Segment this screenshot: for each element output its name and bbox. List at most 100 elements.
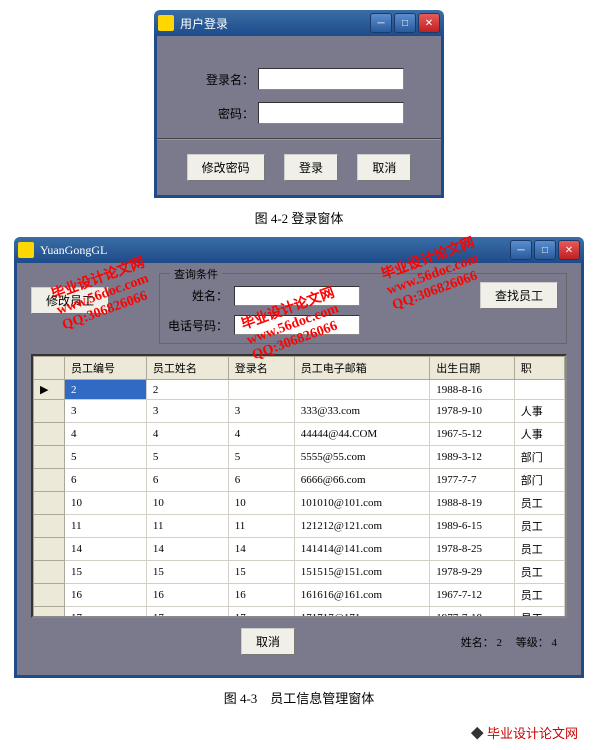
table-row[interactable]: 161616161616@161.com1967-7-12员工 [34,584,565,607]
table-cell[interactable] [294,380,429,400]
row-selector[interactable] [34,492,65,515]
table-row[interactable]: 44444444@44.COM1967-5-12人事 [34,423,565,446]
table-cell[interactable] [514,380,564,400]
table-cell[interactable]: 141414@141.com [294,538,429,561]
table-cell[interactable] [228,380,294,400]
minimize-icon[interactable]: ─ [370,13,392,33]
table-cell[interactable]: 3 [228,400,294,423]
search-employee-button[interactable]: 查找员工 [480,282,558,309]
table-cell[interactable]: 10 [65,492,147,515]
query-phone-input[interactable] [234,315,360,335]
table-cell[interactable]: 人事 [514,400,564,423]
maximize-icon[interactable]: □ [394,13,416,33]
row-selector[interactable] [34,561,65,584]
table-cell[interactable]: 101010@101.com [294,492,429,515]
table-cell[interactable]: 1988-8-19 [430,492,514,515]
table-row[interactable]: 111111121212@121.com1989-6-15员工 [34,515,565,538]
column-header[interactable]: 员工电子邮箱 [294,357,429,380]
table-cell[interactable]: 151515@151.com [294,561,429,584]
table-cell[interactable]: 部门 [514,446,564,469]
username-input[interactable] [258,68,404,90]
table-cell[interactable]: 10 [228,492,294,515]
row-selector[interactable] [34,400,65,423]
table-cell[interactable]: 6 [65,469,147,492]
table-cell[interactable]: 1978-9-10 [430,400,514,423]
table-cell[interactable]: 6 [228,469,294,492]
table-cell[interactable]: 1967-7-12 [430,584,514,607]
table-cell[interactable]: 14 [228,538,294,561]
table-cell[interactable]: 员工 [514,584,564,607]
table-cell[interactable]: 17 [228,607,294,619]
table-row[interactable]: 141414141414@141.com1978-8-25员工 [34,538,565,561]
close-icon[interactable]: ✕ [418,13,440,33]
row-selector[interactable] [34,446,65,469]
table-row[interactable]: 5555555@55.com1989-3-12部门 [34,446,565,469]
table-cell[interactable]: 44444@44.COM [294,423,429,446]
table-cell[interactable]: 员工 [514,561,564,584]
table-cell[interactable]: 2 [146,380,228,400]
table-cell[interactable]: 1967-5-12 [430,423,514,446]
row-selector[interactable] [34,607,65,619]
table-cell[interactable]: 4 [65,423,147,446]
table-cell[interactable]: 5 [228,446,294,469]
table-cell[interactable]: 3 [146,400,228,423]
table-cell[interactable]: 15 [65,561,147,584]
row-selector[interactable] [34,515,65,538]
query-name-input[interactable] [234,286,360,306]
column-header[interactable]: 登录名 [228,357,294,380]
table-cell[interactable]: 员工 [514,515,564,538]
table-cell[interactable]: 14 [65,538,147,561]
table-cell[interactable]: 17 [146,607,228,619]
row-selector[interactable] [34,538,65,561]
table-cell[interactable]: 11 [65,515,147,538]
table-cell[interactable]: 1978-9-29 [430,561,514,584]
table-cell[interactable]: 6666@66.com [294,469,429,492]
table-row[interactable]: 6666666@66.com1977-7-7部门 [34,469,565,492]
column-header[interactable]: 职 [514,357,564,380]
table-cell[interactable]: 员工 [514,492,564,515]
table-cell[interactable]: 161616@161.com [294,584,429,607]
table-cell[interactable]: 3 [65,400,147,423]
table-cell[interactable]: 16 [65,584,147,607]
minimize-icon[interactable]: ─ [510,240,532,260]
login-button[interactable]: 登录 [284,154,338,181]
table-cell[interactable]: 5555@55.com [294,446,429,469]
table-cell[interactable]: 4 [228,423,294,446]
table-row[interactable]: 333333@33.com1978-9-10人事 [34,400,565,423]
close-icon[interactable]: ✕ [558,240,580,260]
row-selector[interactable]: ▶ [34,380,65,400]
table-row[interactable]: ▶221988-8-16 [34,380,565,400]
table-row[interactable]: 151515151515@151.com1978-9-29员工 [34,561,565,584]
table-cell[interactable]: 人事 [514,423,564,446]
table-cell[interactable]: 10 [146,492,228,515]
table-cell[interactable]: 部门 [514,469,564,492]
row-selector[interactable] [34,423,65,446]
column-header[interactable]: 出生日期 [430,357,514,380]
table-cell[interactable]: 1989-3-12 [430,446,514,469]
mgmt-titlebar[interactable]: YuanGongGL ─ □ ✕ [14,237,584,263]
table-cell[interactable]: 5 [65,446,147,469]
edit-employee-button[interactable]: 修改员工 [31,287,109,314]
table-cell[interactable]: 14 [146,538,228,561]
table-cell[interactable]: 16 [228,584,294,607]
table-cell[interactable]: 16 [146,584,228,607]
table-cell[interactable]: 1977-7-18 [430,607,514,619]
table-cell[interactable]: 4 [146,423,228,446]
table-cell[interactable]: 员工 [514,607,564,619]
column-header[interactable]: 员工编号 [65,357,147,380]
table-cell[interactable]: 333@33.com [294,400,429,423]
table-row[interactable]: 101010101010@101.com1988-8-19员工 [34,492,565,515]
table-cell[interactable]: 15 [228,561,294,584]
password-input[interactable] [258,102,404,124]
table-cell[interactable]: 15 [146,561,228,584]
row-selector[interactable] [34,469,65,492]
login-titlebar[interactable]: 用户登录 ─ □ ✕ [154,10,444,36]
cancel-button[interactable]: 取消 [357,154,411,181]
table-cell[interactable]: 1978-8-25 [430,538,514,561]
table-cell[interactable]: 1977-7-7 [430,469,514,492]
maximize-icon[interactable]: □ [534,240,556,260]
table-cell[interactable]: 1989-6-15 [430,515,514,538]
table-cell[interactable]: 11 [228,515,294,538]
table-cell[interactable]: 17 [65,607,147,619]
table-row[interactable]: 171717171717@171.com1977-7-18员工 [34,607,565,619]
